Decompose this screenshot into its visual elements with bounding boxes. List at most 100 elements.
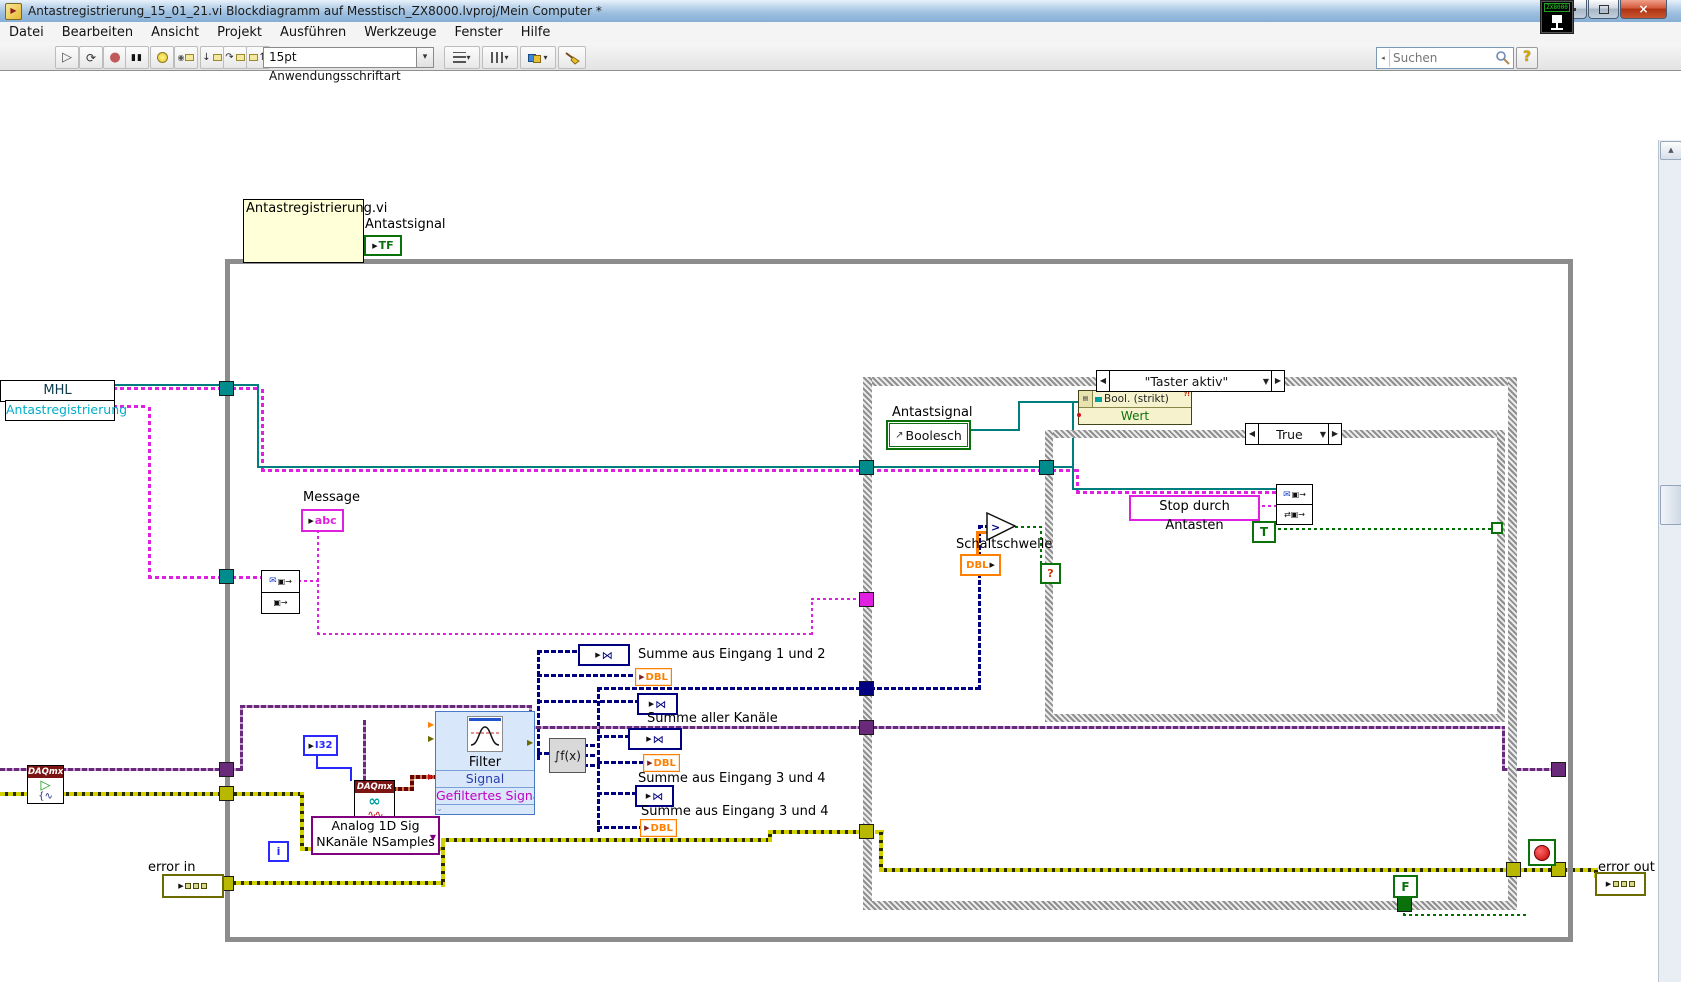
error-out-terminal[interactable]: ▶ (1595, 872, 1646, 896)
menu-ausfuehren[interactable]: Ausführen (271, 22, 355, 43)
inner-case-border-right[interactable] (1497, 430, 1505, 722)
antastsignal-boolean-terminal[interactable]: ▶ TF (364, 235, 402, 256)
vi-connector-icon[interactable]: ZX8000 (1540, 0, 1574, 34)
case-next-arrow-icon[interactable]: ▶ (1328, 424, 1341, 444)
tunnel-string[interactable] (859, 592, 874, 607)
retain-wire-values-button[interactable]: ◉ (174, 46, 198, 69)
true-constant[interactable]: T (1252, 521, 1276, 543)
case-next-arrow-icon[interactable]: ▶ (1271, 371, 1284, 391)
scroll-up-button[interactable]: ▲ (1660, 141, 1681, 160)
run-continuous-button[interactable]: ⟳ (79, 46, 103, 69)
dbl-indicator-sum34[interactable]: ▶ DBL (640, 819, 677, 837)
search-input[interactable] (1390, 51, 1495, 65)
menu-bearbeiten[interactable]: Bearbeiten (53, 22, 142, 43)
enqueue-message-node[interactable]: ✉ ▣→ ⇄▣→ (1276, 484, 1313, 525)
tunnel-queue[interactable] (1039, 460, 1054, 475)
input-arrow-icon: ▶ (428, 734, 435, 743)
tunnel-error[interactable] (859, 824, 874, 839)
menu-datei[interactable]: Datei (0, 22, 53, 43)
filter-input-signal[interactable]: Signal (436, 770, 534, 787)
menu-projekt[interactable]: Projekt (208, 22, 271, 43)
search-sidebutton[interactable]: ◂ (1377, 49, 1390, 67)
filter-express-vi[interactable]: Filter Signal Gefiltertes Signal ⌄ (435, 711, 535, 815)
wire-queue (261, 387, 264, 470)
menu-werkzeuge[interactable]: Werkzeuge (355, 22, 445, 43)
wire-refnum (1072, 488, 1277, 490)
inner-case-border-bottom[interactable] (1045, 714, 1505, 722)
distribute-objects-button[interactable]: ▾ (482, 46, 518, 69)
tunnel-queue[interactable] (219, 569, 234, 584)
queue-type-constant[interactable]: Antastregistrierung (5, 400, 127, 421)
error-in-terminal[interactable]: ▶ (162, 874, 224, 898)
reorder-objects-button[interactable]: ▾ (520, 46, 556, 69)
context-help-button[interactable]: ? (1516, 47, 1538, 69)
tunnel-task[interactable] (219, 762, 234, 777)
menu-fenster[interactable]: Fenster (446, 22, 512, 43)
queue-name-constant[interactable]: MHL (0, 380, 115, 402)
case-structure-border-right[interactable] (1508, 377, 1517, 910)
close-button[interactable]: × (1620, 0, 1667, 19)
font-selector[interactable]: 15pt Anwendungsschriftart (263, 47, 422, 83)
schaltschwelle-dbl-control[interactable]: DBL ▶ (960, 554, 1001, 576)
dropdown-icon[interactable]: ▼ (430, 830, 436, 846)
case-selector-terminal[interactable]: ? (1040, 563, 1061, 584)
stop-string-constant[interactable]: Stop durch Antasten (1129, 495, 1260, 533)
property-wert[interactable]: Wert (1079, 409, 1191, 423)
case-prev-arrow-icon[interactable]: ◀ (1097, 371, 1110, 391)
step-into-button[interactable]: ↓ (200, 46, 224, 69)
daqmx-start-task-node[interactable]: DAQmx ▷ {∿ (27, 765, 64, 804)
cleanup-diagram-button[interactable] (558, 46, 586, 69)
filter-output-signal[interactable]: Gefiltertes Signal (436, 787, 534, 804)
wire-dynamic (537, 650, 578, 653)
daqmx-read-selector[interactable]: Analog 1D Sig NKanäle NSamples ▼ (311, 816, 440, 855)
align-objects-button[interactable]: ▾ (444, 46, 480, 69)
loop-iteration-terminal[interactable]: i (268, 841, 289, 862)
loop-condition-terminal[interactable] (1528, 839, 1556, 866)
case-dropdown-icon[interactable]: ▼ (1320, 430, 1328, 439)
vertical-scrollbar[interactable]: ▲ ▼ (1658, 140, 1681, 982)
local-variable-boolesch[interactable]: ↗ Boolesch (886, 420, 971, 450)
menu-ansicht[interactable]: Ansicht (142, 22, 208, 43)
menu-hilfe[interactable]: Hilfe (512, 22, 560, 43)
highlight-execution-button[interactable] (150, 46, 174, 69)
node-cell-icon: ▤ (1079, 391, 1093, 407)
expand-chevron-icon[interactable]: ⌄ (436, 804, 534, 814)
tunnel-error[interactable] (219, 786, 234, 801)
free-label-comment[interactable]: Antastregistrierung.vi (243, 199, 387, 263)
dequeue-message-node[interactable]: ✉ ▣→ ▣→ (261, 570, 300, 614)
step-over-button[interactable]: ↷ (223, 46, 247, 69)
property-node-bool-strict[interactable]: ▤ Bool. (strikt) ?! Wert (1077, 390, 1192, 425)
tunnel-queue[interactable] (859, 460, 874, 475)
tunnel-queue[interactable] (219, 381, 234, 396)
run-button[interactable]: ▷ (55, 46, 79, 69)
pause-button[interactable]: ▮▮ (125, 46, 149, 69)
wire-refnum (1072, 401, 1074, 490)
case-dropdown-icon[interactable]: ▼ (1263, 377, 1271, 386)
tunnel-error[interactable] (1506, 862, 1521, 877)
inner-case-selector-label[interactable]: ◀ True ▼ ▶ (1245, 423, 1342, 445)
restore-button[interactable] (1588, 0, 1619, 19)
outer-case-selector-label[interactable]: ◀ "Taster aktiv" ▼ ▶ (1096, 370, 1285, 392)
tunnel-dynamic[interactable] (859, 681, 874, 696)
dbl-indicator-sum12[interactable]: ▶ DBL (635, 668, 672, 686)
font-selector-dropdown[interactable]: ▾ (416, 47, 434, 68)
tunnel-task[interactable] (1551, 762, 1566, 777)
tunnel-boolean-out[interactable] (1491, 522, 1503, 534)
abort-button[interactable]: ● (103, 46, 127, 69)
dynamic-indicator[interactable]: ▶ ⋈ (628, 728, 682, 750)
title-bar[interactable]: ▶ Antastregistrierung_15_01_21.vi Blockd… (0, 0, 1681, 23)
integral-node[interactable]: ∫f(x) (549, 738, 586, 773)
block-diagram[interactable]: Antastregistrierung.vi Antastsignal ▶ TF … (0, 70, 1681, 982)
daqmx-read-node[interactable]: DAQmx ∞ ∿∿ (354, 780, 395, 821)
message-string-terminal[interactable]: ▶ abc (301, 509, 344, 532)
dbl-indicator[interactable]: ▶ DBL (643, 754, 680, 772)
dynamic-indicator-sum12[interactable]: ▶ ⋈ (578, 644, 630, 666)
pause-icon: ▮▮ (131, 52, 143, 63)
i32-terminal[interactable]: ▶ I32 (303, 735, 338, 756)
case-structure-border-bottom[interactable] (863, 901, 1517, 910)
case-prev-arrow-icon[interactable]: ◀ (1246, 424, 1259, 444)
tunnel-task[interactable] (859, 720, 874, 735)
tunnel-boolean[interactable] (1397, 897, 1412, 912)
scrollbar-thumb[interactable] (1660, 485, 1681, 525)
false-constant[interactable]: F (1393, 875, 1418, 898)
